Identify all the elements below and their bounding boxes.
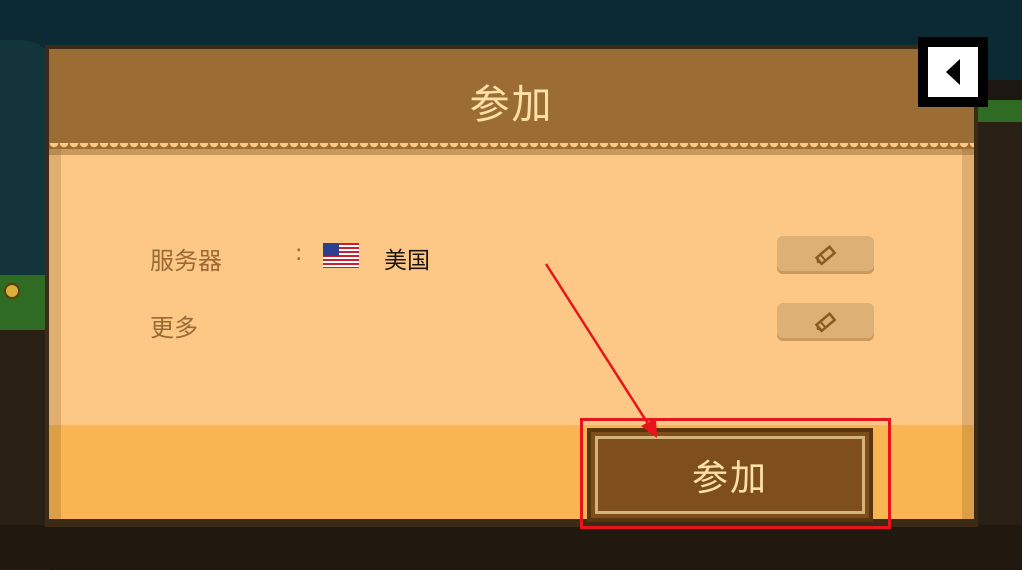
back-button-face: [925, 44, 981, 100]
annotation-arrow: [544, 263, 657, 438]
back-button[interactable]: [918, 37, 988, 107]
back-arrow-icon: [946, 59, 960, 85]
